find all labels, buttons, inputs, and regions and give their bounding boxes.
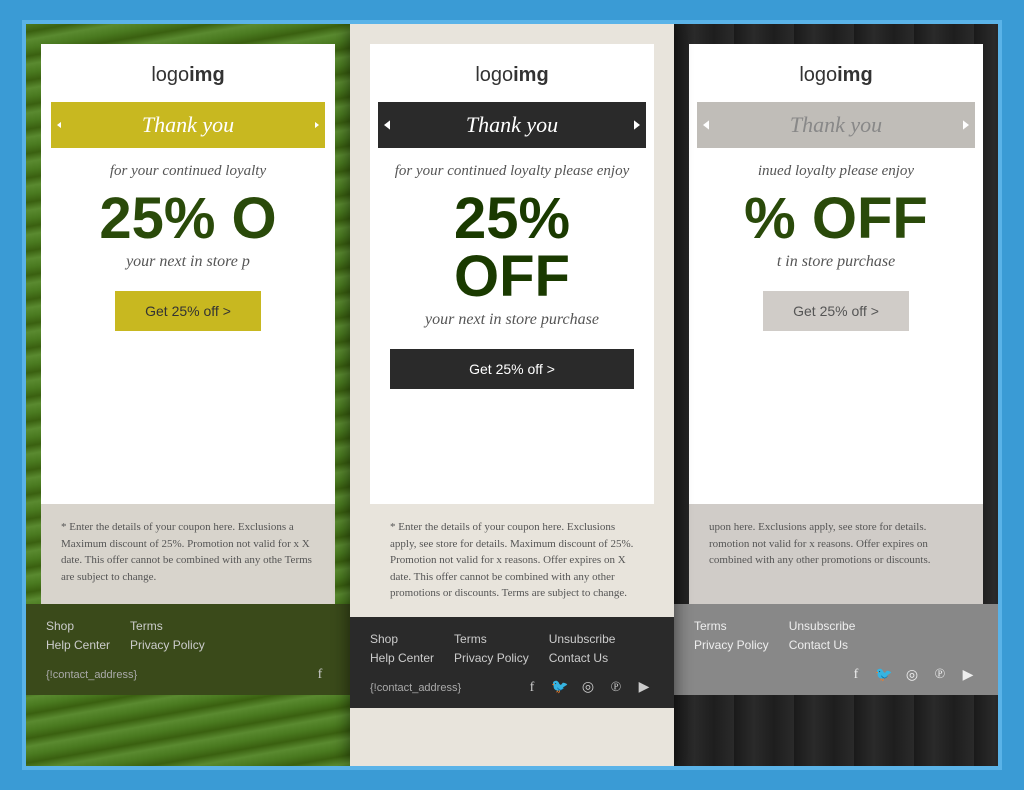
discount-3: % OFF (744, 190, 928, 248)
footer-shop-2[interactable]: Shop (370, 632, 434, 646)
cta-button-2[interactable]: Get 25% off > (390, 349, 634, 389)
card-white-area-2: logoimg Thank you for your continued loy… (370, 44, 654, 504)
discount-1: 25% O (99, 190, 276, 248)
logo-2: logoimg (475, 64, 548, 87)
instagram-icon-2[interactable]: ◎ (578, 678, 598, 698)
footer-col-2a: Shop Help Center (370, 632, 434, 665)
footer-col-2c: Unsubscribe Contact Us (549, 632, 616, 665)
footer-contact-3[interactable]: Contact Us (789, 638, 856, 652)
card-green: logoimg Thank you for your continued loy… (26, 24, 350, 766)
discount-2: 25% OFF (390, 190, 634, 306)
footer-col-3a: Terms Privacy Policy (694, 619, 769, 652)
cta-button-1[interactable]: Get 25% off > (115, 291, 261, 331)
fine-print-2: * Enter the details of your coupon here.… (370, 504, 654, 617)
social-icons-3: f 🐦 ◎ ℗ ▶ (846, 665, 978, 685)
banner-2: Thank you (390, 102, 634, 148)
footer-help-1[interactable]: Help Center (46, 638, 110, 652)
contact-address-1: {!contact_address} (46, 669, 137, 681)
fine-print-1: * Enter the details of your coupon here.… (41, 504, 335, 604)
footer-2: Shop Help Center Terms Privacy Policy Un… (350, 617, 674, 708)
footer-privacy-3[interactable]: Privacy Policy (694, 638, 769, 652)
footer-terms-1[interactable]: Terms (130, 619, 205, 633)
footer-col-1b: Terms Privacy Policy (130, 619, 205, 652)
footer-bottom-2: {!contact_address} f 🐦 ◎ ℗ ▶ (370, 678, 654, 698)
banner-1: Thank you (61, 102, 315, 148)
footer-contact-2[interactable]: Contact Us (549, 651, 616, 665)
cta-button-3[interactable]: Get 25% off > (763, 291, 909, 331)
footer-terms-3[interactable]: Terms (694, 619, 769, 633)
card-white-area-3: logoimg Thank you inued loyalty please e… (689, 44, 983, 504)
footer-terms-2[interactable]: Terms (454, 632, 529, 646)
youtube-icon-2[interactable]: ▶ (634, 678, 654, 698)
banner-text-2: Thank you (466, 112, 558, 137)
facebook-icon-2[interactable]: f (522, 678, 542, 698)
banner-text-1: Thank you (142, 112, 234, 137)
footer-col-2b: Terms Privacy Policy (454, 632, 529, 665)
social-icons-1: f (310, 665, 330, 685)
twitter-icon-3[interactable]: 🐦 (874, 665, 894, 685)
card-gray: logoimg Thank you inued loyalty please e… (674, 24, 998, 766)
footer-col-1a: Shop Help Center (46, 619, 110, 652)
loyalty-text-1: for your continued loyalty (110, 163, 266, 180)
footer-links-1: Shop Help Center Terms Privacy Policy (46, 619, 330, 652)
footer-privacy-2[interactable]: Privacy Policy (454, 651, 529, 665)
footer-bottom-1: {!contact_address} f (46, 665, 330, 685)
footer-unsubscribe-3[interactable]: Unsubscribe (789, 619, 856, 633)
store-text-2: your next in store purchase (425, 311, 599, 329)
banner-3: Thank you (709, 102, 963, 148)
main-container: logoimg Thank you for your continued loy… (22, 20, 1002, 770)
facebook-icon-3[interactable]: f (846, 665, 866, 685)
instagram-icon-3[interactable]: ◎ (902, 665, 922, 685)
pinterest-icon-2[interactable]: ℗ (606, 678, 626, 698)
banner-text-3: Thank you (790, 112, 882, 137)
footer-unsubscribe-2[interactable]: Unsubscribe (549, 632, 616, 646)
footer-help-2[interactable]: Help Center (370, 651, 434, 665)
card-dark: logoimg Thank you for your continued loy… (350, 24, 674, 766)
contact-address-2: {!contact_address} (370, 682, 461, 694)
footer-links-2: Shop Help Center Terms Privacy Policy Un… (370, 632, 654, 665)
footer-1: Shop Help Center Terms Privacy Policy {!… (26, 604, 350, 695)
footer-shop-1[interactable]: Shop (46, 619, 110, 633)
footer-bottom-3: f 🐦 ◎ ℗ ▶ (694, 665, 978, 685)
pinterest-icon-3[interactable]: ℗ (930, 665, 950, 685)
logo-1: logoimg (151, 64, 224, 87)
social-icons-2: f 🐦 ◎ ℗ ▶ (522, 678, 654, 698)
loyalty-text-3: inued loyalty please enjoy (758, 163, 914, 180)
store-text-3: t in store purchase (777, 253, 895, 271)
facebook-icon-1[interactable]: f (310, 665, 330, 685)
twitter-icon-2[interactable]: 🐦 (550, 678, 570, 698)
card-white-area-1: logoimg Thank you for your continued loy… (41, 44, 335, 504)
footer-links-3: Terms Privacy Policy Unsubscribe Contact… (694, 619, 978, 652)
footer-col-3b: Unsubscribe Contact Us (789, 619, 856, 652)
footer-3: Terms Privacy Policy Unsubscribe Contact… (674, 604, 998, 695)
youtube-icon-3[interactable]: ▶ (958, 665, 978, 685)
fine-print-3: upon here. Exclusions apply, see store f… (689, 504, 983, 604)
footer-privacy-1[interactable]: Privacy Policy (130, 638, 205, 652)
logo-3: logoimg (799, 64, 872, 87)
store-text-1: your next in store p (126, 253, 250, 271)
loyalty-text-2: for your continued loyalty please enjoy (395, 163, 630, 180)
